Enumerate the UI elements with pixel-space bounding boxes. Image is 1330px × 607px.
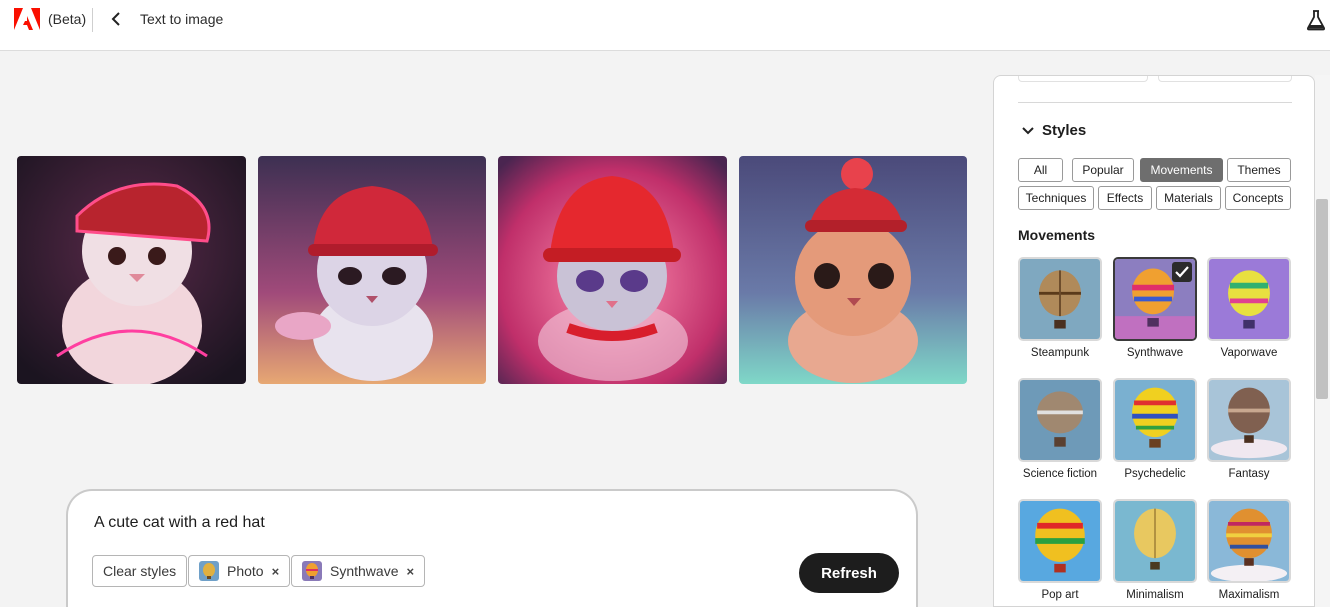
tag-concepts[interactable]: Concepts — [1225, 186, 1291, 210]
generated-image-4[interactable] — [739, 156, 967, 384]
tile-label: Fantasy — [1228, 468, 1270, 480]
generated-image-1[interactable] — [17, 156, 246, 384]
prompt-panel: A cute cat with a red hat Clear styles P… — [66, 489, 918, 607]
scrollbar-thumb[interactable] — [1316, 199, 1328, 399]
generated-image-2[interactable] — [258, 156, 486, 384]
tag-movements[interactable]: Movements — [1140, 158, 1223, 182]
style-tile-synthwave[interactable]: Synthwave — [1113, 257, 1197, 359]
tile-label: Psychedelic — [1124, 468, 1186, 480]
style-chip-synthwave-label: Synthwave — [330, 563, 399, 579]
minimalism-balloon-image — [1113, 499, 1197, 583]
tile-label: Vaporwave — [1220, 347, 1278, 359]
tag-materials[interactable]: Materials — [1156, 186, 1221, 210]
header-divider — [92, 8, 93, 32]
tile-label: Science fiction — [1022, 468, 1098, 480]
style-tile-pop-art[interactable]: Pop art — [1018, 499, 1102, 601]
styles-side-panel: Styles All Popular Movements Themes Tech… — [993, 75, 1315, 607]
steampunk-balloon-image — [1018, 257, 1102, 341]
tag-all[interactable]: All — [1018, 158, 1063, 182]
style-tile-fantasy[interactable]: Fantasy — [1207, 378, 1291, 480]
tag-effects[interactable]: Effects — [1098, 186, 1152, 210]
remove-photo-icon[interactable]: × — [272, 564, 280, 579]
science-fiction-balloon-image — [1018, 378, 1102, 462]
beta-label: (Beta) — [48, 11, 87, 27]
tile-label: Minimalism — [1126, 589, 1184, 601]
tag-themes[interactable]: Themes — [1227, 158, 1291, 182]
prompt-input[interactable]: A cute cat with a red hat — [94, 514, 265, 532]
fantasy-balloon-image — [1207, 378, 1291, 462]
style-tile-psychedelic[interactable]: Psychedelic — [1113, 378, 1197, 480]
tag-popular[interactable]: Popular — [1072, 158, 1134, 182]
checkmark-icon — [1172, 262, 1192, 282]
flask-icon[interactable] — [1306, 9, 1326, 31]
maximalism-balloon-image — [1207, 499, 1291, 583]
style-chip-synthwave[interactable]: Synthwave × — [291, 555, 426, 587]
style-tile-vaporwave[interactable]: Vaporwave — [1207, 257, 1291, 359]
style-tile-steampunk[interactable]: Steampunk — [1018, 257, 1102, 359]
generated-image-3[interactable] — [498, 156, 727, 384]
style-chip-photo-label: Photo — [227, 563, 264, 579]
panel-top-item[interactable] — [1158, 76, 1292, 82]
synthwave-balloon-image — [1113, 257, 1197, 341]
tile-label: Maximalism — [1218, 589, 1280, 601]
clear-styles-button[interactable]: Clear styles — [92, 555, 188, 587]
tile-label: Steampunk — [1030, 347, 1090, 359]
vaporwave-balloon-image — [1207, 257, 1291, 341]
remove-synthwave-icon[interactable]: × — [406, 564, 414, 579]
panel-top-item[interactable] — [1018, 76, 1148, 82]
page-title: Text to image — [140, 11, 224, 27]
panel-divider — [1018, 102, 1292, 103]
app-header: (Beta) Text to image — [0, 0, 1330, 51]
chevron-left-icon[interactable] — [108, 10, 124, 28]
styles-heading: Styles — [1042, 122, 1087, 139]
chevron-down-icon — [1022, 126, 1034, 134]
tag-techniques[interactable]: Techniques — [1018, 186, 1094, 210]
style-tile-maximalism[interactable]: Maximalism — [1207, 499, 1291, 601]
style-tile-science-fiction[interactable]: Science fiction — [1018, 378, 1102, 480]
style-chip-photo[interactable]: Photo × — [188, 555, 291, 587]
tile-label: Pop art — [1041, 589, 1079, 601]
style-tile-minimalism[interactable]: Minimalism — [1113, 499, 1197, 601]
adobe-logo-icon[interactable] — [14, 8, 40, 30]
clear-styles-label: Clear styles — [103, 563, 177, 579]
psychedelic-balloon-image — [1113, 378, 1197, 462]
pop-art-balloon-image — [1018, 499, 1102, 583]
styles-section-toggle[interactable]: Styles — [1022, 122, 1086, 139]
tile-label: Synthwave — [1126, 347, 1184, 359]
photo-thumbnail — [199, 561, 219, 581]
refresh-button[interactable]: Refresh — [799, 553, 899, 593]
synthwave-thumbnail — [302, 561, 322, 581]
movements-title: Movements — [1018, 227, 1096, 243]
